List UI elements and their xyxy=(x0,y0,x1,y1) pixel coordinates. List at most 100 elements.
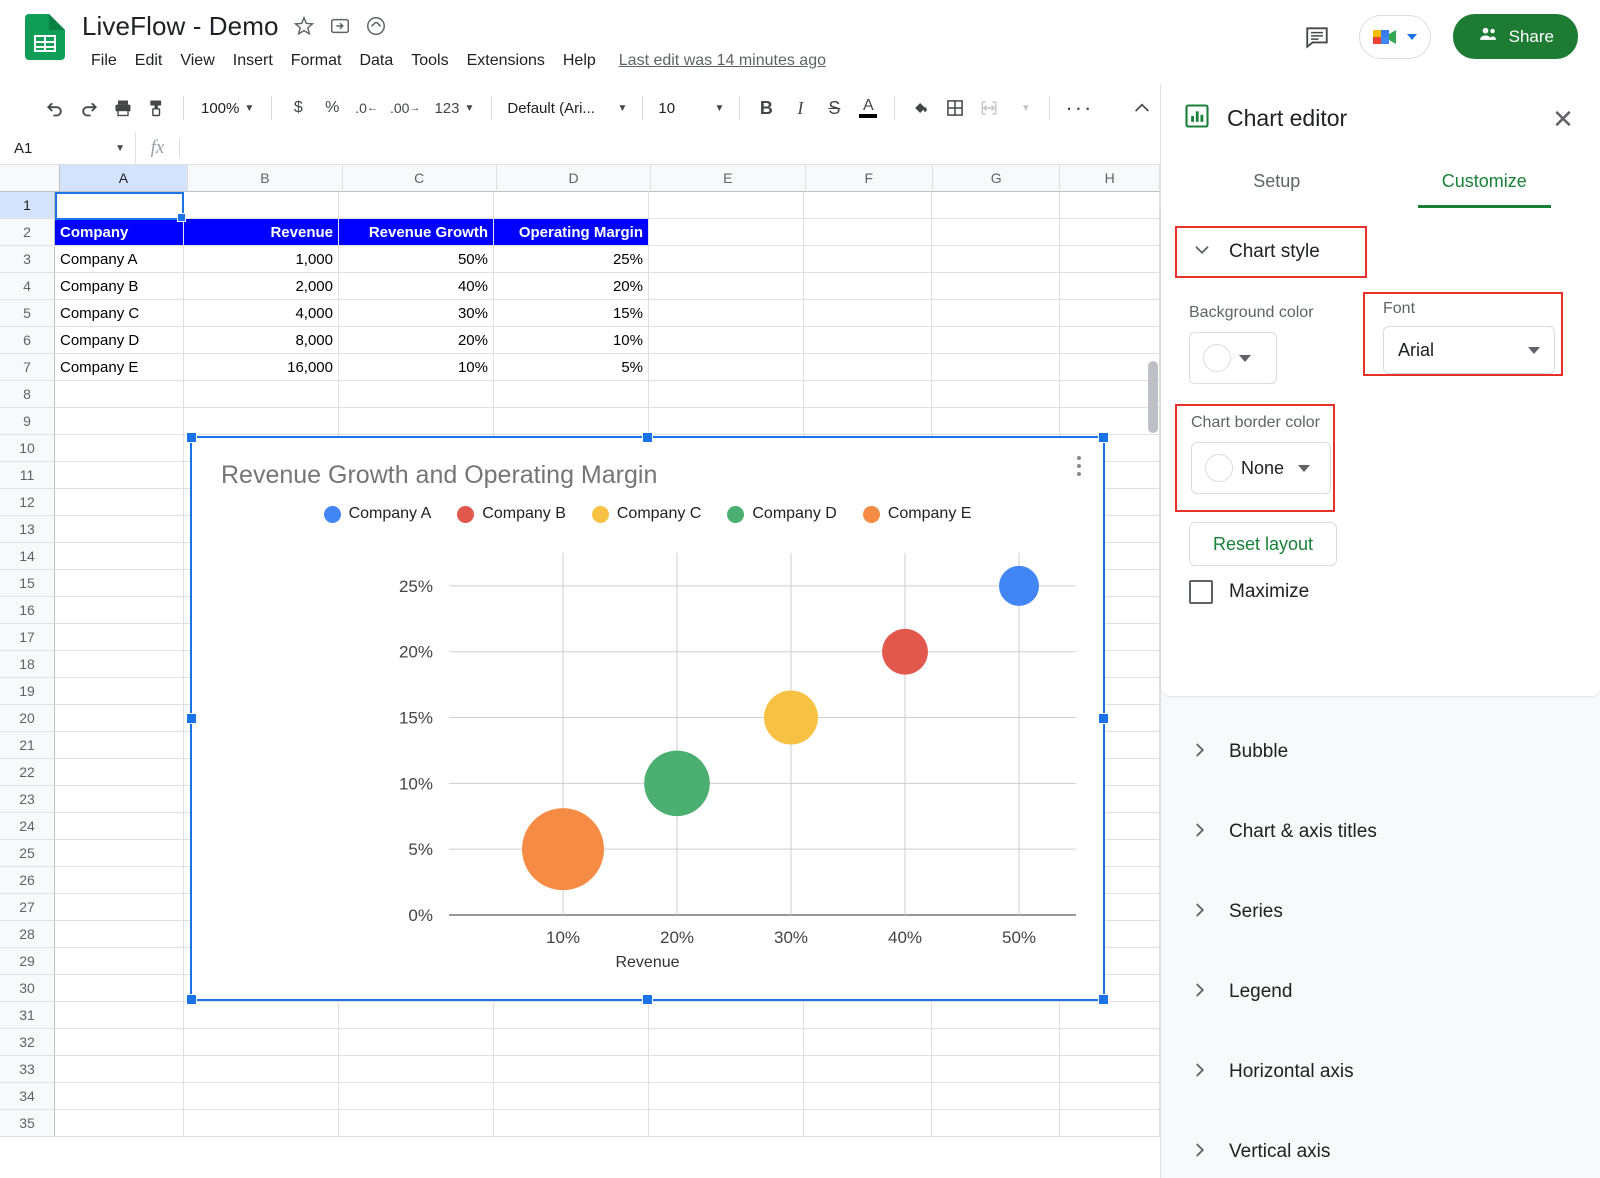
text-color-button[interactable]: A xyxy=(851,91,885,125)
grid-cell[interactable]: 20% xyxy=(494,273,649,300)
grid-cell[interactable] xyxy=(804,1056,932,1083)
row-header[interactable]: 18 xyxy=(0,651,55,678)
name-box[interactable]: A1 ▼ xyxy=(0,131,136,165)
grid-cell[interactable] xyxy=(1060,1056,1160,1083)
grid-cell[interactable]: 25% xyxy=(494,246,649,273)
star-icon[interactable] xyxy=(293,15,315,37)
grid-cell[interactable] xyxy=(55,381,184,408)
grid-cell[interactable] xyxy=(804,219,932,246)
menu-data[interactable]: Data xyxy=(350,49,402,73)
reset-layout-button[interactable]: Reset layout xyxy=(1189,522,1337,566)
row-header[interactable]: 29 xyxy=(0,948,55,975)
formula-input[interactable] xyxy=(180,132,1160,165)
chart-editor-section-bubble[interactable]: Bubble xyxy=(1161,712,1600,792)
grid-cell[interactable] xyxy=(55,678,184,705)
grid-cell[interactable] xyxy=(932,1029,1060,1056)
grid-cell[interactable] xyxy=(1060,1029,1160,1056)
grid-cell[interactable] xyxy=(1060,354,1160,381)
grid-cell[interactable] xyxy=(932,219,1060,246)
collapse-toolbar-icon[interactable] xyxy=(1125,91,1159,125)
grid-cell[interactable]: Revenue Growth xyxy=(339,219,494,246)
font-family-selector[interactable]: Default (Ari... ▼ xyxy=(501,91,633,125)
embedded-chart[interactable]: Revenue Growth and Operating Margin Comp… xyxy=(190,436,1105,1001)
undo-icon[interactable] xyxy=(38,91,72,125)
row-header[interactable]: 23 xyxy=(0,786,55,813)
grid-cell[interactable] xyxy=(55,1002,184,1029)
grid-cell[interactable] xyxy=(55,651,184,678)
chart-editor-section-chart-axis-titles[interactable]: Chart & axis titles xyxy=(1161,792,1600,872)
grid-cell[interactable]: 1,000 xyxy=(184,246,339,273)
menu-tools[interactable]: Tools xyxy=(402,49,457,73)
grid-cell[interactable] xyxy=(184,192,339,219)
comment-history-icon[interactable] xyxy=(1297,17,1337,57)
grid-cell[interactable] xyxy=(494,192,649,219)
grid-cell[interactable] xyxy=(1060,219,1160,246)
grid-cell[interactable] xyxy=(1060,1083,1160,1110)
grid-cell[interactable]: 4,000 xyxy=(184,300,339,327)
grid-cell[interactable]: 16,000 xyxy=(184,354,339,381)
row-header[interactable]: 3 xyxy=(0,246,55,273)
maximize-option[interactable]: Maximize xyxy=(1189,580,1309,604)
grid-cell[interactable] xyxy=(55,894,184,921)
grid-cell[interactable] xyxy=(649,381,804,408)
grid-cell[interactable] xyxy=(339,1002,494,1029)
grid-cell[interactable] xyxy=(1060,327,1160,354)
grid-cell[interactable] xyxy=(1060,1110,1160,1137)
grid-cell[interactable] xyxy=(55,435,184,462)
grid-cell[interactable] xyxy=(339,1029,494,1056)
grid-cell[interactable] xyxy=(932,408,1060,435)
vertical-scrollbar[interactable] xyxy=(1148,361,1158,433)
grid-cell[interactable] xyxy=(932,1002,1060,1029)
grid-cell[interactable] xyxy=(649,219,804,246)
grid-cell[interactable] xyxy=(55,1110,184,1137)
grid-cell[interactable] xyxy=(55,813,184,840)
grid-cell[interactable] xyxy=(649,1056,804,1083)
chart-editor-section-legend[interactable]: Legend xyxy=(1161,952,1600,1032)
grid-cell[interactable]: Company A xyxy=(55,246,184,273)
paint-format-icon[interactable] xyxy=(140,91,174,125)
column-header-h[interactable]: H xyxy=(1060,165,1160,192)
menu-extensions[interactable]: Extensions xyxy=(458,49,554,73)
grid-cell[interactable] xyxy=(804,192,932,219)
row-header[interactable]: 31 xyxy=(0,1002,55,1029)
grid-cell[interactable] xyxy=(804,1110,932,1137)
currency-format-button[interactable]: $ xyxy=(281,91,315,125)
grid-cell[interactable] xyxy=(1060,1002,1160,1029)
grid-cell[interactable]: 40% xyxy=(339,273,494,300)
tab-setup[interactable]: Setup xyxy=(1173,154,1381,208)
grid-cell[interactable] xyxy=(339,1056,494,1083)
grid-cell[interactable] xyxy=(55,543,184,570)
grid-cell[interactable] xyxy=(184,1056,339,1083)
row-header[interactable]: 15 xyxy=(0,570,55,597)
more-options-icon[interactable]: ··· xyxy=(1059,91,1099,125)
grid-cell[interactable] xyxy=(932,327,1060,354)
grid-cell[interactable] xyxy=(184,408,339,435)
grid-cell[interactable] xyxy=(494,1029,649,1056)
grid-cell[interactable]: 20% xyxy=(339,327,494,354)
document-title[interactable]: LiveFlow - Demo xyxy=(82,11,279,42)
grid-cell[interactable] xyxy=(494,1083,649,1110)
row-header[interactable]: 28 xyxy=(0,921,55,948)
grid-cell[interactable] xyxy=(55,516,184,543)
grid-cell[interactable] xyxy=(494,1002,649,1029)
column-header-c[interactable]: C xyxy=(342,165,497,192)
grid-cell[interactable]: Company D xyxy=(55,327,184,354)
grid-cell[interactable] xyxy=(55,948,184,975)
row-header[interactable]: 14 xyxy=(0,543,55,570)
row-header[interactable]: 25 xyxy=(0,840,55,867)
chart-style-section-header[interactable]: Chart style xyxy=(1175,226,1367,278)
grid-cell[interactable] xyxy=(932,273,1060,300)
grid-cell[interactable] xyxy=(184,1083,339,1110)
tab-customize[interactable]: Customize xyxy=(1381,154,1589,208)
row-header[interactable]: 1 xyxy=(0,192,55,219)
grid-cell[interactable] xyxy=(804,273,932,300)
row-header[interactable]: 27 xyxy=(0,894,55,921)
grid-cell[interactable] xyxy=(932,381,1060,408)
print-icon[interactable] xyxy=(106,91,140,125)
grid-cell[interactable] xyxy=(55,489,184,516)
grid-cell[interactable] xyxy=(649,273,804,300)
chart-editor-section-vertical-axis[interactable]: Vertical axis xyxy=(1161,1112,1600,1178)
grid-cell[interactable] xyxy=(55,975,184,1002)
row-header[interactable]: 20 xyxy=(0,705,55,732)
grid-cell[interactable]: Operating Margin xyxy=(494,219,649,246)
